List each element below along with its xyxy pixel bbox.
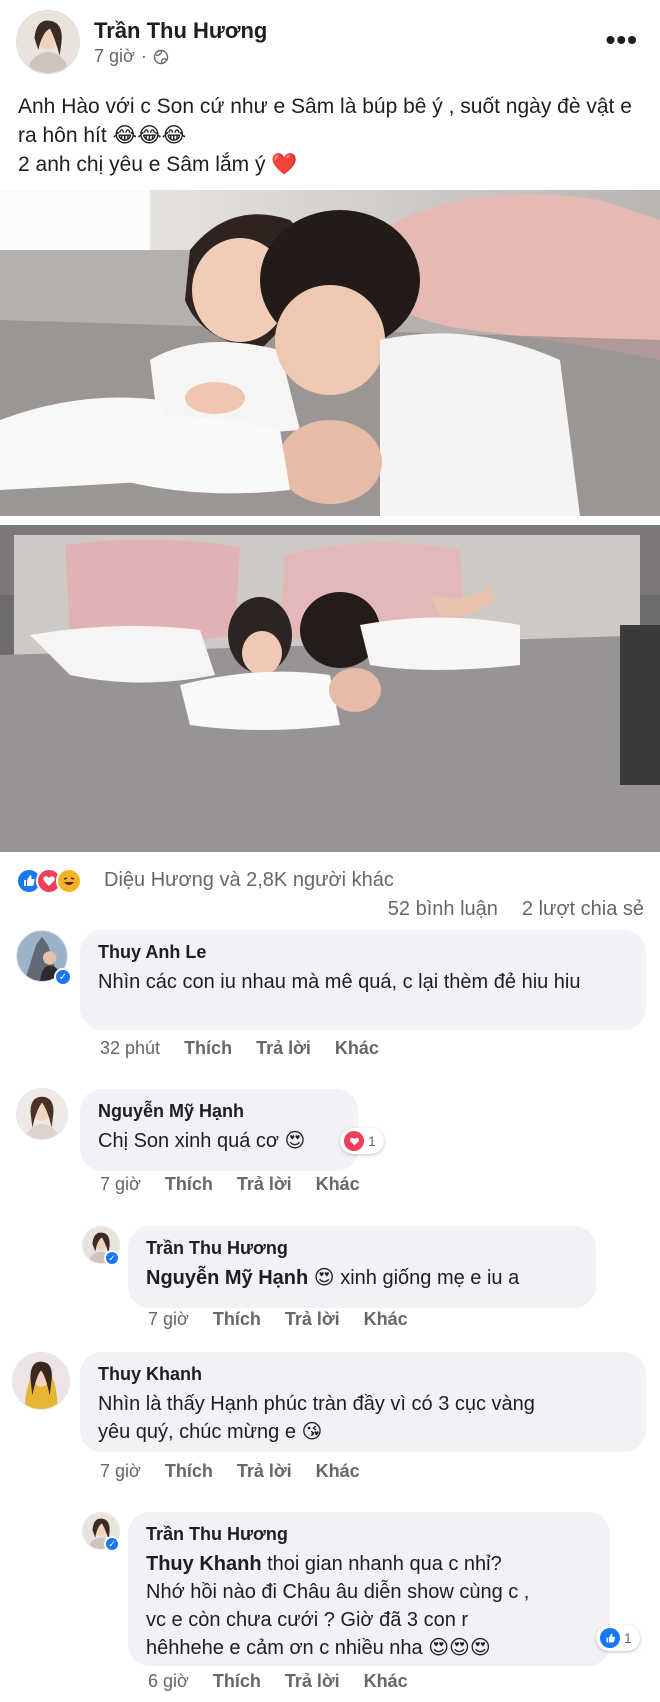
- comment-text-line-1: Nhìn là thấy Hạnh phúc tràn đầy vì có 3 …: [98, 1393, 535, 1415]
- comments-count[interactable]: 52 bình luận: [388, 898, 498, 921]
- verified-badge-icon: ✓: [54, 968, 72, 986]
- comment-bubble: Nguyễn Mỹ Hạnh Chị Son xinh quá cơ 😍: [80, 1089, 358, 1171]
- reply-text: 😍 xinh giống mẹ e iu a: [308, 1267, 520, 1289]
- caption-line-2: 2 anh chị yêu e Sâm lắm ý ❤️: [18, 153, 298, 176]
- reply-text-line-1: thoi gian nhanh qua c nhỉ?: [261, 1553, 502, 1575]
- more-button[interactable]: Khác: [364, 1309, 408, 1330]
- comment-time[interactable]: 7 giờ: [100, 1461, 141, 1482]
- comment-bubble: Thuy Anh Le Nhìn các con iu nhau mà mê q…: [80, 930, 646, 1030]
- like-button[interactable]: Thích: [213, 1671, 261, 1692]
- reply-reaction-count[interactable]: 1: [596, 1625, 640, 1651]
- comment-text: Nhìn là thấy Hạnh phúc tràn đầy vì có 3 …: [98, 1390, 630, 1446]
- reply-author[interactable]: Trần Thu Hương: [146, 1236, 580, 1260]
- reply-button[interactable]: Trả lời: [256, 1038, 311, 1059]
- comment-text: Chị Son xinh quá cơ 😍: [98, 1130, 306, 1152]
- shares-count[interactable]: 2 lượt chia sẻ: [522, 898, 644, 921]
- like-button[interactable]: Thích: [184, 1038, 232, 1059]
- more-options-icon[interactable]: •••: [606, 26, 638, 54]
- comment-author[interactable]: Nguyễn Mỹ Hạnh: [98, 1099, 342, 1123]
- comment-reaction-count[interactable]: 1: [340, 1128, 384, 1154]
- post-time[interactable]: 7 giờ: [94, 46, 135, 67]
- reply-time[interactable]: 7 giờ: [148, 1309, 189, 1330]
- comment-avatar-nguyen-my-hanh[interactable]: [16, 1088, 68, 1140]
- verified-badge-icon: ✓: [104, 1250, 120, 1266]
- reply-actions: 6 giờ Thích Trả lời Khác: [148, 1671, 408, 1692]
- post-caption: Anh Hào với c Son cứ như e Sâm là búp bê…: [18, 92, 648, 179]
- comment-text: Nhìn các con iu nhau mà mê quá, c lại th…: [98, 971, 581, 993]
- more-button[interactable]: Khác: [364, 1671, 408, 1692]
- comment-time[interactable]: 32 phút: [100, 1038, 160, 1059]
- reply-button[interactable]: Trả lời: [237, 1461, 292, 1482]
- reply-button[interactable]: Trả lời: [237, 1174, 292, 1195]
- like-button[interactable]: Thích: [213, 1309, 261, 1330]
- post-photo-1[interactable]: [0, 190, 660, 516]
- author-avatar[interactable]: [16, 10, 80, 74]
- post-meta: 7 giờ ·: [94, 46, 169, 67]
- reply-author[interactable]: Trần Thu Hương: [146, 1522, 594, 1546]
- comment-text-line-2: yêu quý, chúc mừng e 😘: [98, 1421, 323, 1443]
- post-counts: 52 bình luận 2 lượt chia sẻ: [388, 898, 644, 921]
- comment-actions: 7 giờ Thích Trả lời Khác: [100, 1461, 360, 1482]
- mention-link[interactable]: Thuy Khanh: [146, 1553, 262, 1575]
- comment-time[interactable]: 7 giờ: [100, 1174, 141, 1195]
- like-button[interactable]: Thích: [165, 1461, 213, 1482]
- more-button[interactable]: Khác: [335, 1038, 379, 1059]
- reaction-count-value: 1: [624, 1630, 632, 1646]
- post-photo-2[interactable]: [0, 525, 660, 852]
- reply-button[interactable]: Trả lời: [285, 1309, 340, 1330]
- reaction-summary[interactable]: Diệu Hương và 2,8K người khác: [104, 869, 394, 892]
- reply-text-line-2: Nhớ hồi nào đi Châu âu diễn show cùng c …: [146, 1581, 530, 1603]
- reply-bubble: Trần Thu Hương Thuy Khanh thoi gian nhan…: [128, 1512, 610, 1666]
- comment-actions: 32 phút Thích Trả lời Khác: [100, 1038, 379, 1059]
- reply-actions: 7 giờ Thích Trả lời Khác: [148, 1309, 408, 1330]
- more-button[interactable]: Khác: [316, 1461, 360, 1482]
- reply-text-line-3: vc e còn chưa cưới ? Giờ đã 3 con r: [146, 1609, 469, 1631]
- reaction-count-value: 1: [368, 1133, 376, 1149]
- comment-actions: 7 giờ Thích Trả lời Khác: [100, 1174, 360, 1195]
- like-icon: [600, 1628, 620, 1648]
- more-button[interactable]: Khác: [316, 1174, 360, 1195]
- post-author-name[interactable]: Trần Thu Hương: [94, 18, 267, 44]
- comment-bubble: Thuy Khanh Nhìn là thấy Hạnh phúc tràn đ…: [80, 1352, 646, 1452]
- mention-link[interactable]: Nguyễn Mỹ Hạnh: [146, 1267, 308, 1289]
- haha-icon: [56, 868, 82, 894]
- reaction-icons[interactable]: [16, 868, 82, 894]
- like-button[interactable]: Thích: [165, 1174, 213, 1195]
- globe-icon: [153, 49, 169, 64]
- comment-author[interactable]: Thuy Khanh: [98, 1362, 630, 1386]
- comment-author[interactable]: Thuy Anh Le: [98, 940, 630, 964]
- comment-avatar-thuy-khanh[interactable]: [12, 1352, 70, 1410]
- caption-line-1: Anh Hào với c Son cứ như e Sâm là búp bê…: [18, 95, 632, 147]
- verified-badge-icon: ✓: [104, 1536, 120, 1552]
- reply-bubble: Trần Thu Hương Nguyễn Mỹ Hạnh 😍 xinh giố…: [128, 1226, 596, 1308]
- reply-text-line-4: hêhhehe e cảm ơn c nhiều nha 😍😍😍: [146, 1637, 491, 1659]
- love-icon: [344, 1131, 364, 1151]
- reply-button[interactable]: Trả lời: [285, 1671, 340, 1692]
- reply-time[interactable]: 6 giờ: [148, 1671, 189, 1692]
- reply-text: Thuy Khanh thoi gian nhanh qua c nhỉ? Nh…: [146, 1550, 594, 1662]
